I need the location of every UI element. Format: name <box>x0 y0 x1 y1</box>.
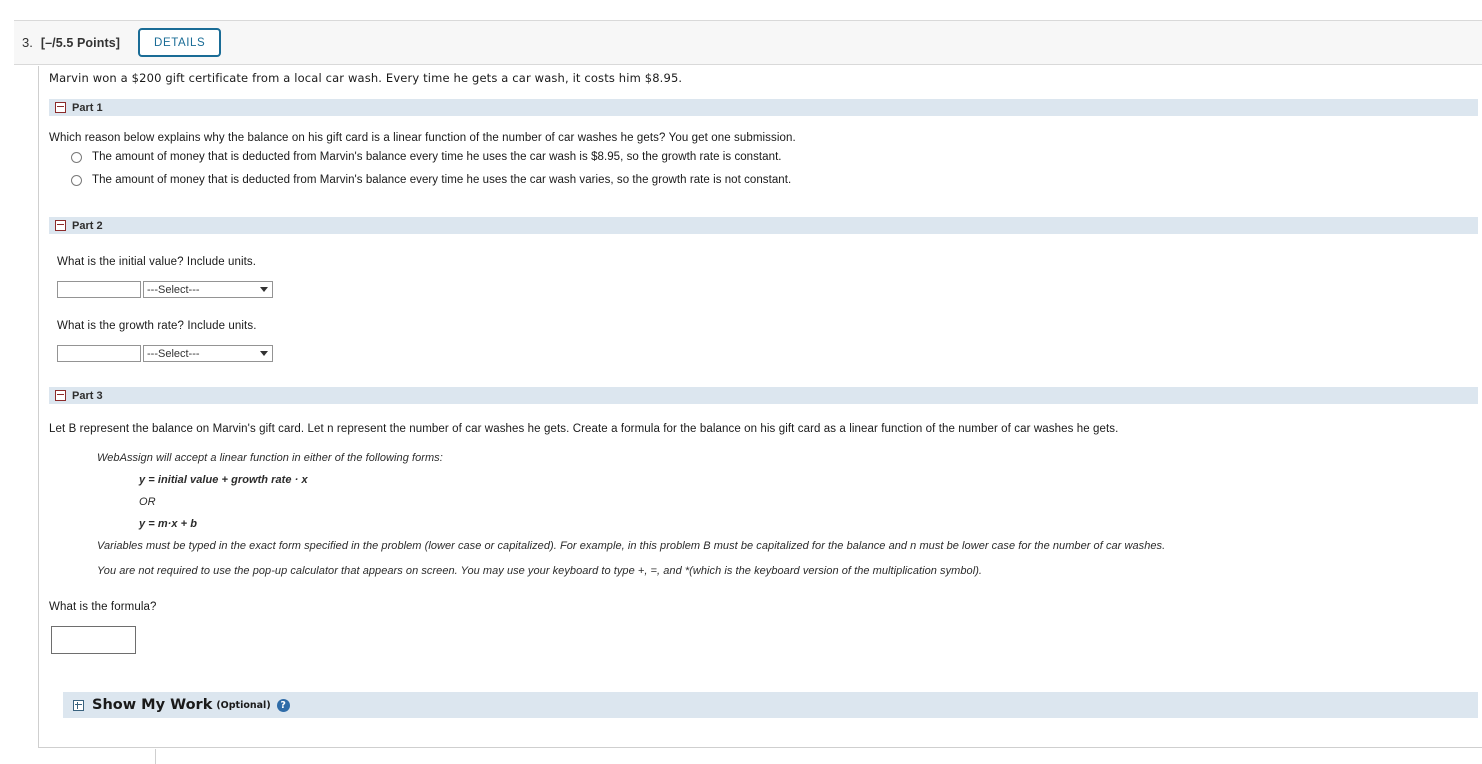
minus-icon[interactable] <box>55 102 66 113</box>
part-3-header[interactable]: Part 3 <box>49 387 1478 404</box>
question-header: 3. [–/5.5 Points] DETAILS <box>14 20 1482 65</box>
help-form-1: y = initial value + growth rate · x <box>139 474 308 486</box>
chevron-down-icon <box>260 351 268 356</box>
formula-question: What is the formula? <box>49 601 157 613</box>
choice-label-1: The amount of money that is deducted fro… <box>92 151 782 163</box>
details-button[interactable]: DETAILS <box>138 28 222 57</box>
initial-value-answer-row: ---Select--- <box>57 281 1482 298</box>
growth-rate-unit-label: ---Select--- <box>147 347 200 360</box>
question-number: 3. <box>22 35 33 50</box>
choice-row[interactable]: The amount of money that is deducted fro… <box>71 174 1482 186</box>
part-2-header[interactable]: Part 2 <box>49 217 1478 234</box>
part-3-label: Part 3 <box>72 389 103 402</box>
show-my-work-title: Show My Work <box>92 697 213 713</box>
formula-input[interactable] <box>51 626 136 654</box>
question-body: Marvin won a $200 gift certificate from … <box>38 66 1482 748</box>
part-3-content: Let B represent the balance on Marvin's … <box>39 423 1482 654</box>
part-3-question: Let B represent the balance on Marvin's … <box>49 423 1119 435</box>
plus-icon[interactable] <box>73 699 84 711</box>
help-icon[interactable]: ? <box>276 698 290 712</box>
part-1-header[interactable]: Part 1 <box>49 99 1478 116</box>
growth-rate-input[interactable] <box>57 345 141 362</box>
chevron-down-icon <box>260 287 268 292</box>
minus-icon[interactable] <box>55 390 66 401</box>
help-calculator-note: You are not required to use the pop-up c… <box>97 565 983 577</box>
growth-rate-answer-row: ---Select--- <box>57 345 1482 362</box>
show-my-work-header[interactable]: Show My Work (Optional) ? <box>63 692 1478 718</box>
minus-icon[interactable] <box>55 220 66 231</box>
choice-row[interactable]: The amount of money that is deducted fro… <box>71 151 1482 163</box>
help-intro: WebAssign will accept a linear function … <box>97 452 443 464</box>
problem-statement: Marvin won a $200 gift certificate from … <box>49 71 683 85</box>
initial-value-input[interactable] <box>57 281 141 298</box>
part-2-label: Part 2 <box>72 219 103 232</box>
initial-value-question: What is the initial value? Include units… <box>57 256 257 268</box>
initial-value-unit-select[interactable]: ---Select--- <box>143 281 273 298</box>
initial-value-unit-label: ---Select--- <box>147 283 200 296</box>
show-my-work-optional: (Optional) <box>216 699 271 711</box>
choice-label-2: The amount of money that is deducted fro… <box>92 174 792 186</box>
help-variables-note: Variables must be typed in the exact for… <box>97 540 1166 552</box>
formula-help-block: WebAssign will accept a linear function … <box>97 452 1482 577</box>
radio-option-2[interactable] <box>71 175 82 186</box>
part-1-question: Which reason below explains why the bala… <box>49 132 796 144</box>
part-1-label: Part 1 <box>72 101 103 114</box>
help-form-2: y = m·x + b <box>139 518 198 530</box>
points-label: [–/5.5 Points] <box>40 35 121 50</box>
growth-rate-unit-select[interactable]: ---Select--- <box>143 345 273 362</box>
growth-rate-question: What is the growth rate? Include units. <box>57 320 257 332</box>
bottom-cell <box>38 749 156 764</box>
bottom-cell <box>155 749 1482 764</box>
help-or: OR <box>139 496 156 508</box>
bottom-table-cells <box>38 749 1482 764</box>
radio-option-1[interactable] <box>71 152 82 163</box>
part-1-content: Which reason below explains why the bala… <box>39 132 1482 186</box>
part-2-content: What is the initial value? Include units… <box>39 256 1482 362</box>
